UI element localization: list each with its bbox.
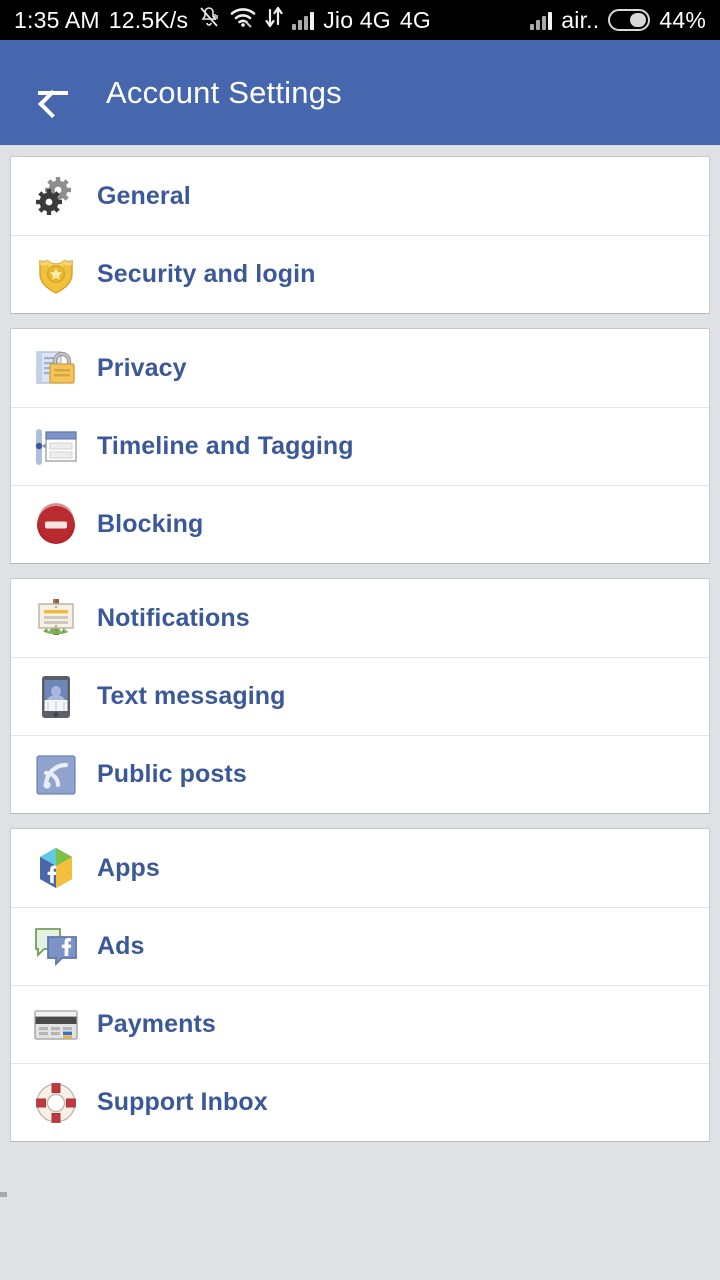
cube-facebook-icon <box>33 845 79 891</box>
status-carrier-2: air.. <box>561 6 600 33</box>
settings-row-label: Privacy <box>97 353 187 382</box>
scroll-indicator-artifact <box>0 1192 7 1197</box>
shield-badge-icon <box>33 252 79 298</box>
credit-card-icon <box>33 1002 79 1048</box>
page-title: Account Settings <box>106 74 342 110</box>
settings-row-label: Ads <box>97 932 145 960</box>
bell-muted-icon <box>197 5 221 35</box>
settings-row-label: Notifications <box>97 603 250 632</box>
block-circle-icon <box>33 502 79 548</box>
settings-row-label: Blocking <box>97 510 204 538</box>
services-group: Apps Ads Payments Support Inbox <box>10 828 710 1142</box>
wifi-icon <box>230 6 256 34</box>
settings-row-label: Apps <box>97 853 160 882</box>
settings-list: General Security and login Privacy Timel… <box>0 145 720 1142</box>
timeline-icon <box>33 424 79 470</box>
status-data-rate: 12.5K/s <box>108 6 189 33</box>
status-network-type: 4G <box>399 6 431 33</box>
settings-row-public-posts[interactable]: Public posts <box>11 735 709 813</box>
settings-row-label: Text messaging <box>97 682 286 710</box>
settings-row-label: Payments <box>97 1010 216 1038</box>
rss-feed-icon <box>33 752 79 798</box>
settings-row-apps[interactable]: Apps <box>11 829 709 907</box>
status-battery-percent: 44% <box>659 6 706 33</box>
data-transfer-icon <box>265 6 283 34</box>
mobile-phone-icon <box>33 674 79 720</box>
battery-icon <box>608 9 651 31</box>
settings-row-label: Timeline and Tagging <box>97 432 354 460</box>
padlock-document-icon <box>33 345 79 391</box>
settings-row-label: General <box>97 181 191 210</box>
privacy-group: Privacy Timeline and Tagging Blocking <box>10 328 710 564</box>
settings-row-security-and-login[interactable]: Security and login <box>11 235 709 313</box>
settings-row-privacy[interactable]: Privacy <box>11 329 709 407</box>
communication-group: Notifications Text messaging Public post… <box>10 578 710 814</box>
settings-row-text-messaging[interactable]: Text messaging <box>11 657 709 735</box>
signpost-icon <box>33 595 79 641</box>
settings-row-support-inbox[interactable]: Support Inbox <box>11 1063 709 1141</box>
settings-row-timeline-and-tagging[interactable]: Timeline and Tagging <box>11 407 709 485</box>
life-ring-icon <box>33 1080 79 1126</box>
settings-row-blocking[interactable]: Blocking <box>11 485 709 563</box>
settings-row-general[interactable]: General <box>11 157 709 235</box>
settings-row-payments[interactable]: Payments <box>11 985 709 1063</box>
account-group: General Security and login <box>10 156 710 314</box>
gears-icon <box>33 173 79 219</box>
signal-bars-icon-2 <box>530 10 553 30</box>
status-carrier-1: Jio 4G <box>323 6 391 33</box>
settings-row-ads[interactable]: Ads <box>11 907 709 985</box>
settings-row-label: Support Inbox <box>97 1088 268 1116</box>
speech-bubbles-facebook-icon <box>33 924 79 970</box>
settings-row-notifications[interactable]: Notifications <box>11 579 709 657</box>
status-bar: 1:35 AM 12.5K/s Jio 4G 4G air.. 44% <box>0 0 720 40</box>
app-bar: Account Settings <box>0 40 720 145</box>
settings-row-label: Security and login <box>97 260 316 288</box>
back-arrow-icon[interactable] <box>36 76 70 110</box>
status-time: 1:35 AM <box>14 6 100 33</box>
settings-row-label: Public posts <box>97 760 247 788</box>
signal-bars-icon-1 <box>292 10 315 30</box>
